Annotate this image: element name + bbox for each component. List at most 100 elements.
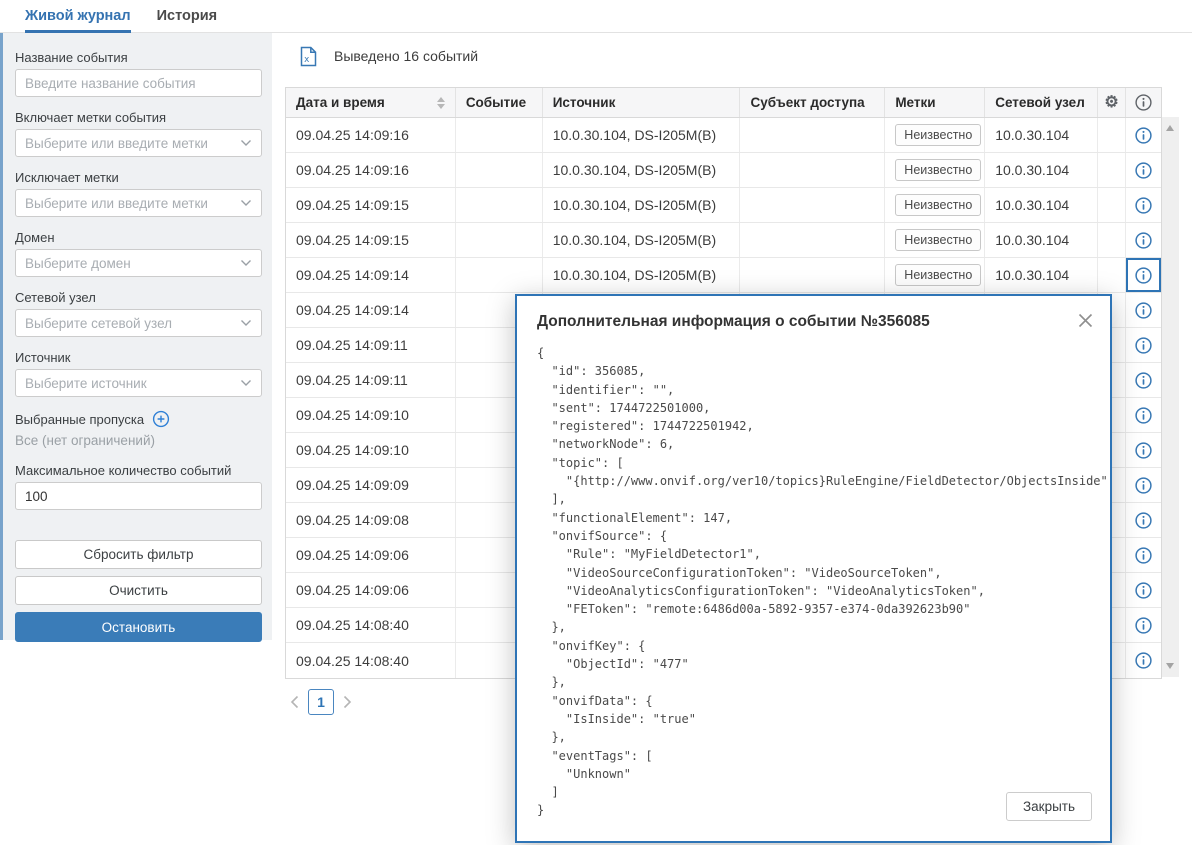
info-icon [1134, 371, 1153, 390]
table-row[interactable]: 09.04.25 14:09:1510.0.30.104, DS-I205M(B… [286, 223, 1161, 258]
cell-datetime: 09.04.25 14:09:15 [286, 188, 456, 222]
sort-arrows-icon[interactable] [437, 97, 445, 109]
row-info-button[interactable] [1126, 573, 1161, 607]
stop-button[interactable]: Остановить [15, 612, 262, 642]
header-subject: Субъект доступа [740, 88, 885, 117]
row-info-button[interactable] [1126, 258, 1161, 292]
field-source: Источник Выберите источник [15, 350, 262, 397]
modal-json: { "id": 356085, "identifier": "", "sent"… [537, 344, 1090, 820]
close-button[interactable]: Закрыть [1006, 792, 1092, 821]
filter-sidebar: Название события Включает метки события Вы… [0, 33, 272, 640]
field-label: Название события [15, 50, 262, 65]
chevron-down-icon [240, 134, 252, 152]
table-scrollbar[interactable] [1162, 117, 1179, 677]
info-icon [1134, 231, 1153, 250]
cell-tags: Неизвестно [885, 188, 985, 222]
row-info-button[interactable] [1126, 608, 1161, 642]
toolbar: x Выведено 16 событий [272, 33, 1192, 79]
network-node-select[interactable]: Выберите сетевой узел [15, 309, 262, 337]
tab-history[interactable]: История [157, 0, 218, 32]
info-icon [1134, 616, 1153, 635]
cell-gear [1098, 258, 1126, 292]
row-info-button[interactable] [1126, 643, 1161, 678]
cell-source: 10.0.30.104, DS-I205M(B) [543, 118, 741, 152]
cell-datetime: 09.04.25 14:09:14 [286, 258, 456, 292]
app-window: Живой журнал История Название события Вкл… [0, 0, 1192, 845]
cell-event [456, 258, 543, 292]
table-row[interactable]: 09.04.25 14:09:15 10.0.30.104, DS-I205M(B… [286, 188, 1161, 223]
reset-filter-button[interactable]: Сбросить фильтр [15, 540, 262, 569]
column-settings-button[interactable]: ⚙ [1098, 88, 1126, 117]
cell-node: 10.0.30.104 [985, 118, 1098, 152]
row-info-button[interactable] [1126, 118, 1161, 152]
prev-page-button[interactable] [290, 695, 299, 709]
field-event-name: Название события [15, 50, 262, 97]
row-info-button[interactable] [1126, 153, 1161, 187]
table-header: Дата и время Событие Источник Субъект до… [286, 88, 1161, 118]
field-domain: ДоменВыберите домен [15, 230, 262, 277]
cell-event [456, 188, 543, 222]
row-info-button[interactable] [1126, 398, 1161, 432]
row-info-button[interactable] [1126, 468, 1161, 502]
cell-datetime: 09.04.25 14:09:10 [286, 433, 456, 467]
cell-datetime: 09.04.25 14:09:16 [286, 118, 456, 152]
row-info-button[interactable] [1126, 433, 1161, 467]
row-info-button[interactable] [1126, 363, 1161, 397]
scroll-down-icon[interactable] [1166, 663, 1174, 669]
include-tags-select[interactable]: Выберите или введите метки [15, 129, 262, 157]
selected-passes-label: Выбранные пропуска [15, 412, 144, 427]
cell-datetime: 09.04.25 14:09:16 [286, 153, 456, 187]
cell-node: 10.0.30.104 [985, 258, 1098, 292]
header-info [1126, 88, 1161, 117]
info-icon [1134, 651, 1153, 670]
row-info-button[interactable] [1126, 538, 1161, 572]
placeholder-text: Выберите источник [25, 376, 147, 391]
field-label: Сетевой узел [15, 290, 262, 305]
cell-datetime: 09.04.25 14:09:14 [286, 293, 456, 327]
table-row[interactable]: 09.04.25 14:09:16 10.0.30.104, DS-I205M(B… [286, 118, 1161, 153]
info-icon [1134, 476, 1153, 495]
cell-gear [1098, 188, 1126, 222]
clear-button[interactable]: Очистить [15, 576, 262, 605]
row-info-button[interactable] [1126, 293, 1161, 327]
tag-badge: Неизвестно [895, 194, 981, 216]
row-info-button[interactable] [1126, 188, 1161, 222]
chevron-down-icon [240, 374, 252, 392]
field-max-events: Максимальное количество событий [15, 463, 262, 510]
row-info-button[interactable] [1126, 328, 1161, 362]
table-row[interactable]: 09.04.25 14:09:14 10.0.30.104, DS-I205M(B… [286, 258, 1161, 293]
table-row[interactable]: 09.04.25 14:09:16 10.0.30.104, DS-I205M(B… [286, 153, 1161, 188]
cell-gear [1098, 118, 1126, 152]
cell-source: 10.0.30.104, DS-I205M(B) [543, 258, 741, 292]
event-name-input[interactable] [15, 69, 262, 97]
field-label: Исключает метки [15, 170, 262, 185]
export-excel-icon[interactable]: x [300, 46, 317, 67]
scroll-up-icon[interactable] [1166, 125, 1174, 131]
field-label: Включает метки события [15, 110, 262, 125]
svg-text:x: x [304, 55, 310, 65]
placeholder-text: Выберите сетевой узел [25, 316, 172, 331]
cell-subject [740, 223, 885, 257]
cell-tags: Неизвестно [885, 153, 985, 187]
row-info-button[interactable] [1126, 223, 1161, 257]
row-info-button[interactable] [1126, 503, 1161, 537]
max-events-input[interactable] [15, 482, 262, 510]
cell-event [456, 223, 543, 257]
next-page-button[interactable] [343, 695, 352, 709]
placeholder-text: Выберите или введите метки [25, 136, 208, 151]
header-datetime[interactable]: Дата и время [286, 88, 456, 117]
field-label: Источник [15, 350, 262, 365]
cell-source: 10.0.30.104, DS-I205M(B) [543, 153, 741, 187]
close-icon[interactable] [1074, 309, 1096, 331]
tab-live-journal[interactable]: Живой журнал [25, 0, 131, 32]
source-select[interactable]: Выберите источник [15, 369, 262, 397]
domain-select[interactable]: Выберите домен [15, 249, 262, 277]
page-number-button[interactable]: 1 [308, 689, 334, 715]
exclude-tags-select[interactable]: Выберите или введите метки [15, 189, 262, 217]
cell-subject [740, 118, 885, 152]
cell-source: 10.0.30.104, DS-I205M(B) [543, 188, 741, 222]
tag-badge: Неизвестно [895, 264, 981, 286]
cell-subject [740, 153, 885, 187]
info-icon [1134, 93, 1153, 112]
add-pass-icon[interactable] [152, 410, 170, 428]
